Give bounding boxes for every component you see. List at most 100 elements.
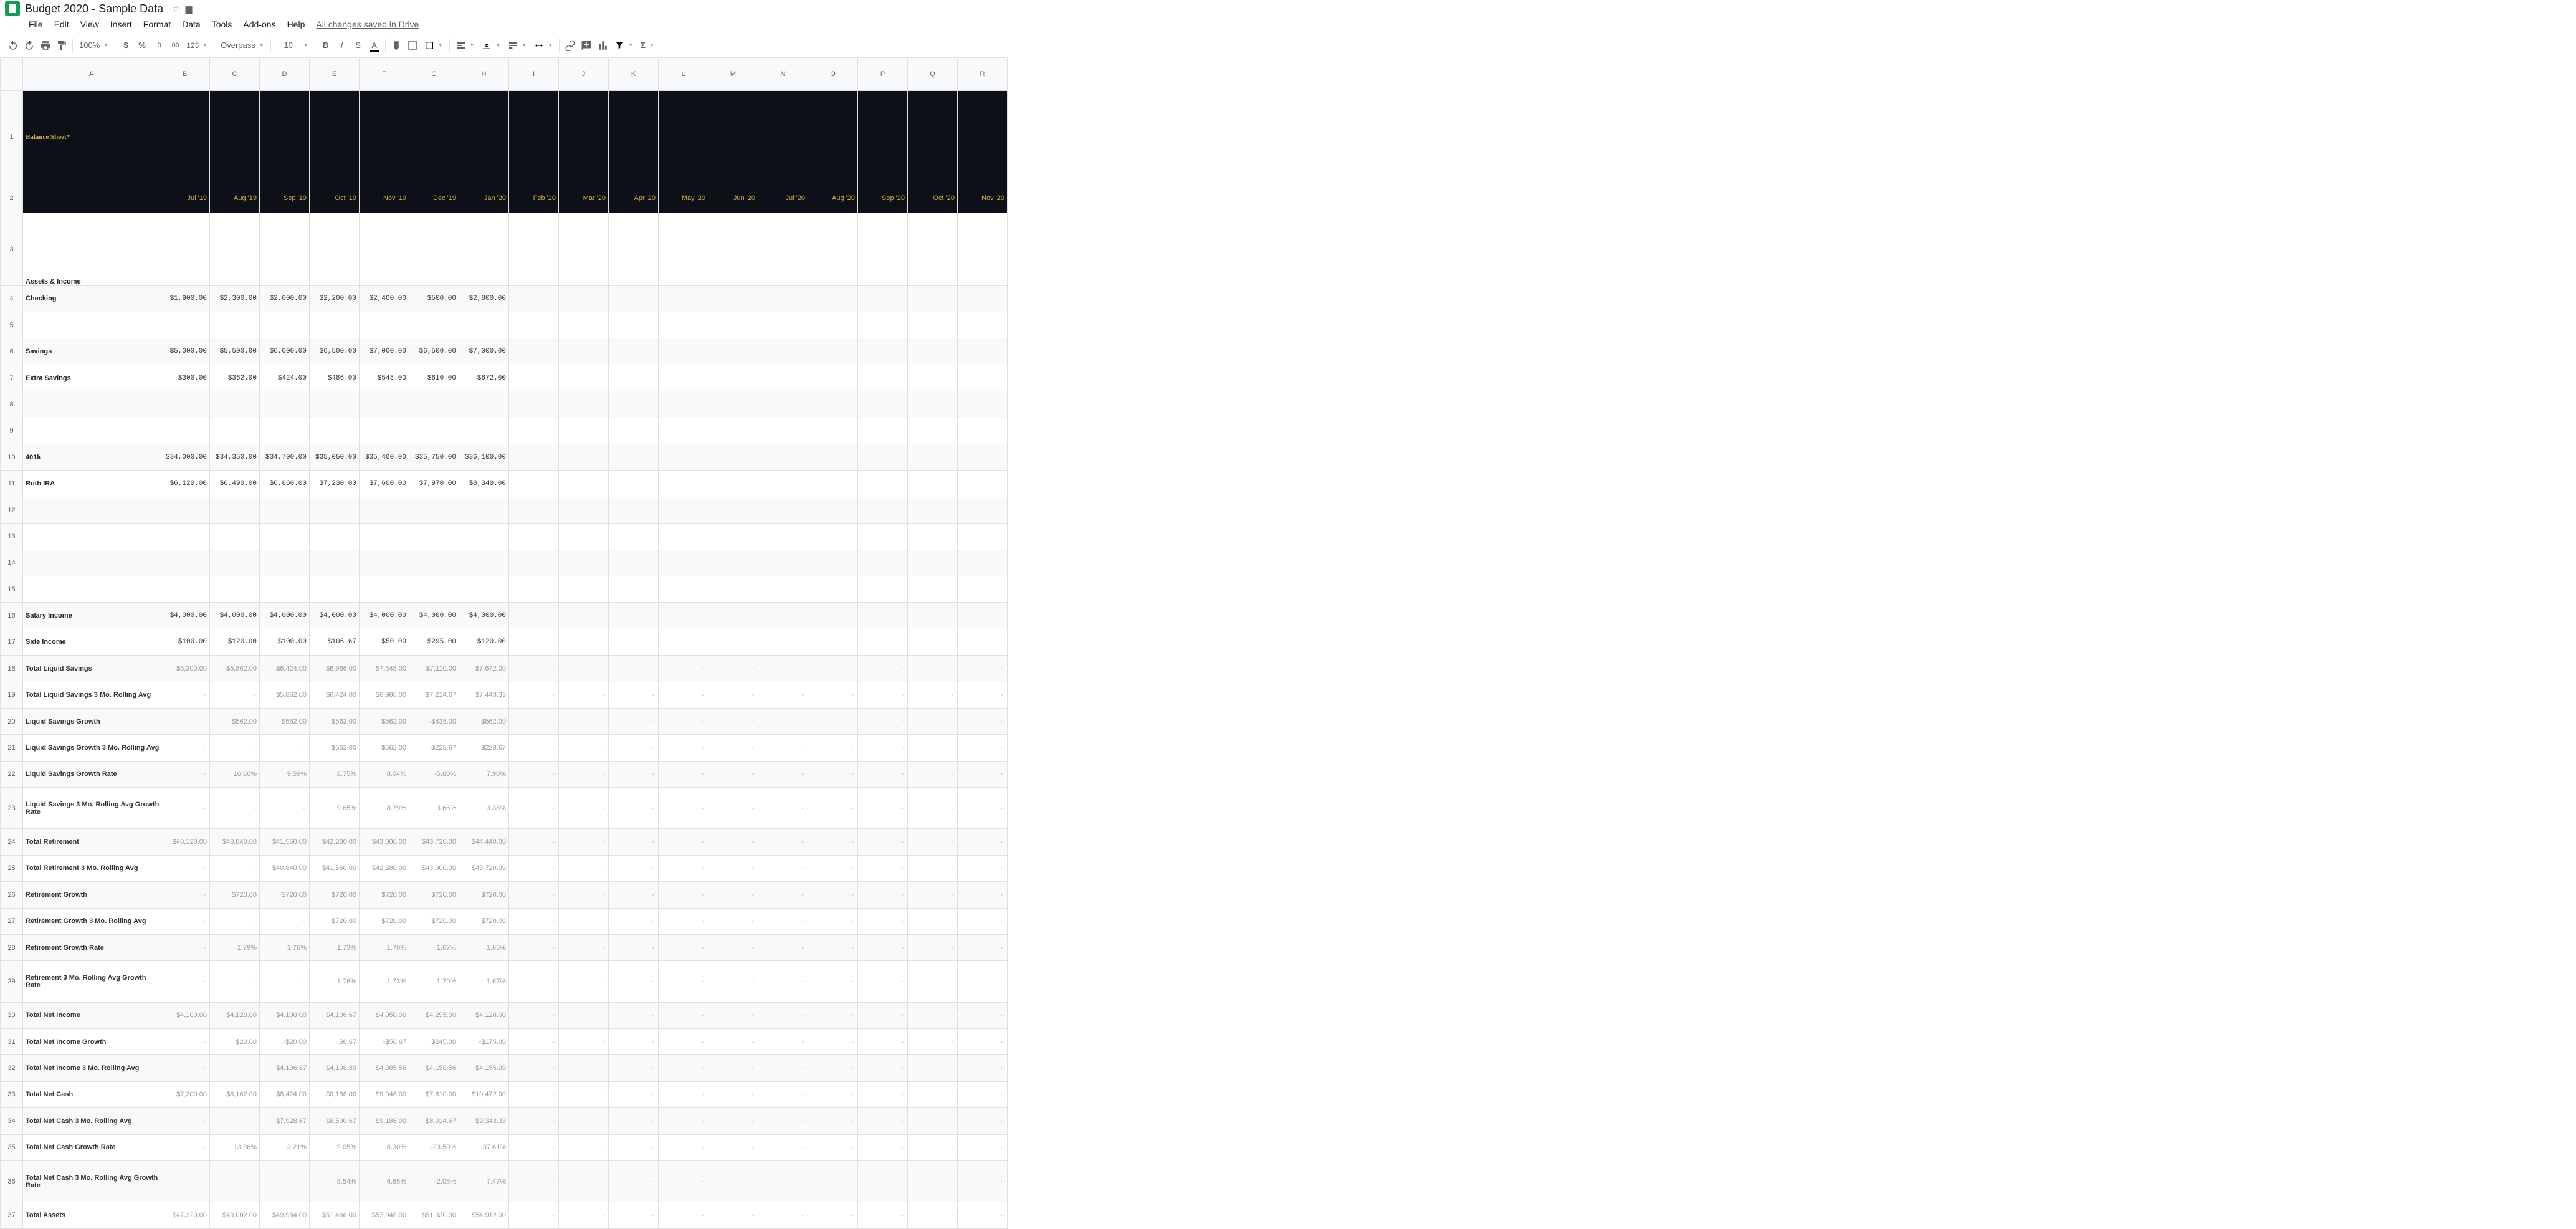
cell[interactable]: [559, 91, 609, 183]
cell[interactable]: $7,548.00: [360, 656, 409, 682]
cell[interactable]: [310, 312, 360, 338]
row-label[interactable]: Total Net Income: [23, 1002, 160, 1028]
cell[interactable]: [808, 471, 858, 497]
month-header[interactable]: Aug '20: [808, 183, 858, 213]
month-header[interactable]: Apr '20: [609, 183, 659, 213]
cell[interactable]: -: [908, 735, 958, 761]
cell[interactable]: [160, 312, 210, 338]
cell[interactable]: -: [908, 961, 958, 1002]
cell[interactable]: $362.00: [210, 365, 260, 391]
cell[interactable]: -: [958, 882, 1008, 908]
month-header[interactable]: Jan '20: [459, 183, 509, 213]
cell[interactable]: -: [559, 1160, 609, 1202]
cell[interactable]: [559, 603, 609, 629]
cell[interactable]: -: [509, 682, 559, 708]
row-label[interactable]: Extra Savings: [23, 365, 160, 391]
cell[interactable]: $610.00: [409, 365, 459, 391]
cell[interactable]: -: [160, 1160, 210, 1202]
cell[interactable]: [409, 524, 459, 550]
cell[interactable]: 1.76%: [310, 961, 360, 1002]
cell[interactable]: -: [708, 934, 758, 960]
cell[interactable]: 9.65%: [310, 788, 360, 829]
cell[interactable]: [758, 550, 808, 576]
row-header-29[interactable]: 29: [1, 961, 23, 1002]
cell[interactable]: -: [559, 788, 609, 829]
cell[interactable]: -: [559, 761, 609, 787]
cell[interactable]: -: [559, 708, 609, 734]
cell[interactable]: [210, 312, 260, 338]
cell[interactable]: [23, 312, 160, 338]
cell[interactable]: $7,200.00: [160, 1081, 210, 1107]
cell[interactable]: -: [260, 961, 310, 1002]
row-header-27[interactable]: 27: [1, 908, 23, 934]
cell[interactable]: -: [210, 908, 260, 934]
cell[interactable]: $7,214.67: [409, 682, 459, 708]
cell[interactable]: [360, 418, 409, 444]
cell[interactable]: $20.00: [210, 1028, 260, 1054]
cell[interactable]: [509, 550, 559, 576]
cell[interactable]: [908, 603, 958, 629]
row-label[interactable]: Total Retirement 3 Mo. Rolling Avg: [23, 855, 160, 881]
cell[interactable]: [659, 418, 708, 444]
cell[interactable]: -: [609, 682, 659, 708]
cell[interactable]: -: [210, 1160, 260, 1202]
cell[interactable]: -: [958, 934, 1008, 960]
cell[interactable]: [659, 365, 708, 391]
cell[interactable]: [459, 524, 509, 550]
cell[interactable]: [459, 312, 509, 338]
cell[interactable]: [559, 629, 609, 655]
cell[interactable]: [708, 285, 758, 312]
cell[interactable]: $7,600.00: [360, 471, 409, 497]
cell[interactable]: [858, 603, 908, 629]
cell[interactable]: -: [160, 1108, 210, 1134]
row-label[interactable]: Checking: [23, 285, 160, 312]
cell[interactable]: -: [659, 1134, 708, 1160]
cell[interactable]: -: [708, 735, 758, 761]
cell[interactable]: $4,000.00: [360, 603, 409, 629]
cell[interactable]: $2,300.00: [210, 285, 260, 312]
cell[interactable]: -: [609, 1055, 659, 1081]
cell[interactable]: -: [858, 1134, 908, 1160]
cell[interactable]: [360, 497, 409, 523]
cell[interactable]: $5,300.00: [160, 656, 210, 682]
cell[interactable]: $35,400.00: [360, 444, 409, 471]
cell[interactable]: -: [659, 1160, 708, 1202]
cell[interactable]: [659, 576, 708, 603]
cell[interactable]: [23, 576, 160, 603]
cell[interactable]: -: [260, 1160, 310, 1202]
cell[interactable]: $7,230.00: [310, 471, 360, 497]
cell[interactable]: -: [609, 882, 659, 908]
cell[interactable]: [509, 418, 559, 444]
month-header[interactable]: Jun '20: [708, 183, 758, 213]
row-header-33[interactable]: 33: [1, 1081, 23, 1107]
cell[interactable]: $9,343.33: [459, 1108, 509, 1134]
text-color-button[interactable]: A: [366, 37, 383, 54]
cell[interactable]: [758, 285, 808, 312]
cell[interactable]: -: [609, 1081, 659, 1107]
cell[interactable]: -: [908, 788, 958, 829]
cell[interactable]: 7.90%: [459, 761, 509, 787]
row-header-12[interactable]: 12: [1, 497, 23, 523]
cell[interactable]: [708, 213, 758, 286]
cell[interactable]: $4,295.00: [409, 1002, 459, 1028]
cell[interactable]: -: [958, 1028, 1008, 1054]
cell[interactable]: $6,500.00: [310, 338, 360, 365]
cell[interactable]: [758, 213, 808, 286]
cell[interactable]: [409, 391, 459, 418]
cell[interactable]: [958, 471, 1008, 497]
cell[interactable]: -: [808, 1134, 858, 1160]
cell[interactable]: [908, 338, 958, 365]
cell[interactable]: $4,050.00: [360, 1002, 409, 1028]
cell[interactable]: 1.67%: [459, 961, 509, 1002]
cell[interactable]: -: [509, 882, 559, 908]
cell[interactable]: $44,440.00: [459, 829, 509, 855]
cell[interactable]: [708, 497, 758, 523]
row-header-23[interactable]: 23: [1, 788, 23, 829]
cell[interactable]: -: [758, 761, 808, 787]
cell[interactable]: [210, 91, 260, 183]
filter-button[interactable]: ▼: [611, 41, 637, 50]
cell[interactable]: -: [609, 908, 659, 934]
cell[interactable]: [659, 444, 708, 471]
month-header[interactable]: May '20: [659, 183, 708, 213]
cell[interactable]: -: [708, 1202, 758, 1229]
